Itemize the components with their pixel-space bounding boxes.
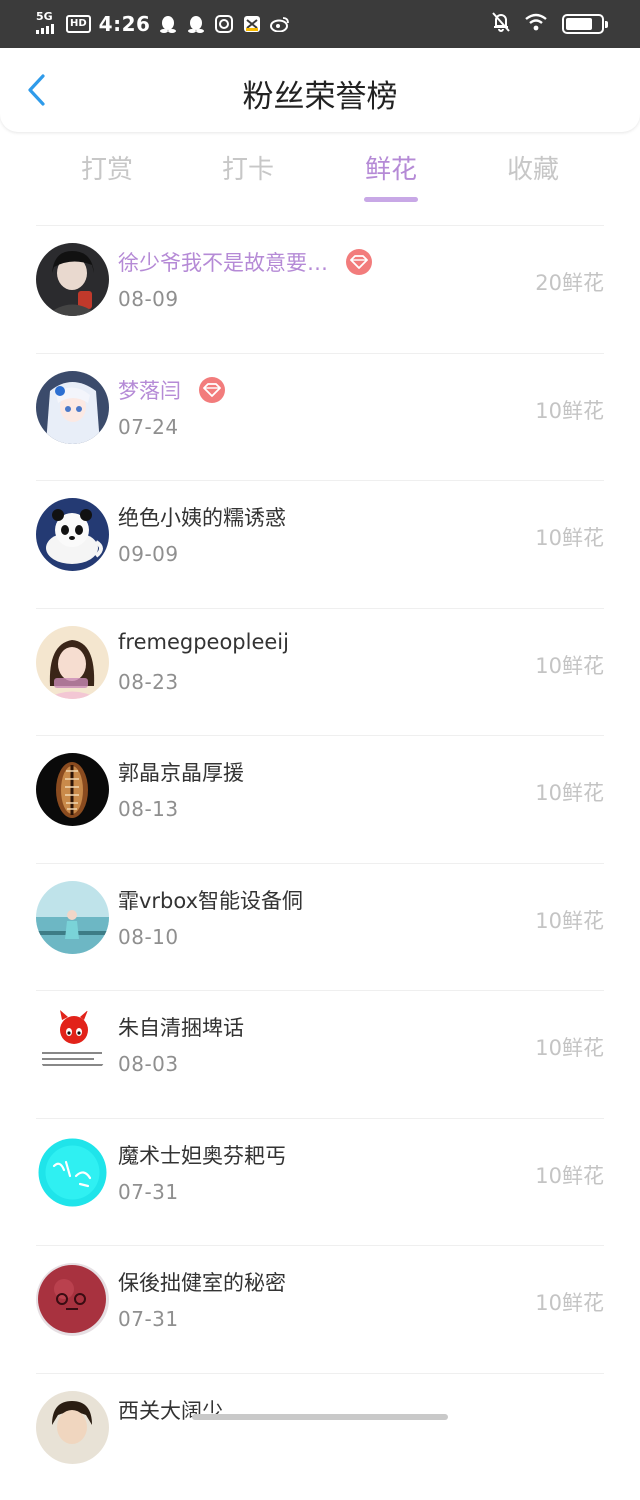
battery-icon [562,14,604,34]
fan-name[interactable]: 霏vrbox智能设备侗 [118,885,303,915]
fan-name[interactable]: 朱自清捆埤话 [118,1012,244,1042]
date: 07-31 [118,1307,179,1331]
list-item[interactable]: 郭晶京晶厚援 08-13 10鲜花 [0,735,640,863]
wifi-icon [524,13,548,35]
mute-bell-icon [492,12,510,36]
avatar[interactable] [36,1391,109,1464]
list-item[interactable]: 徐少爷我不是故意要… 08-09 20鲜花 [0,225,640,353]
flower-count: 10鲜花 [535,522,604,552]
avatar[interactable] [36,1263,109,1336]
list-item[interactable]: 朱自清捆埤话 08-03 10鲜花 [0,990,640,1118]
list-item[interactable]: 梦落闫 07-24 10鲜花 [0,353,640,481]
fan-name[interactable]: 绝色小姨的糯诱惑 [118,502,286,532]
active-tab-indicator [364,197,418,202]
diamond-badge-icon [346,249,372,275]
flower-count: 10鲜花 [535,1287,604,1317]
weibo-icon [270,14,290,34]
diamond-badge-icon [199,377,225,403]
capcut-icon [242,14,262,34]
fan-name[interactable]: 徐少爷我不是故意要… [118,247,328,277]
status-bar: 5G HD 4:26 [0,0,640,48]
header: 粉丝荣誉榜 [0,48,640,132]
tab-checkin[interactable]: 打卡 [198,150,298,196]
tab-reward[interactable]: 打赏 [57,150,157,196]
date: 08-23 [118,670,179,694]
camera-app-icon [214,14,234,34]
avatar[interactable] [36,498,109,571]
list-item[interactable]: 绝色小姨的糯诱惑 09-09 10鲜花 [0,480,640,608]
fan-name[interactable]: fremegpeopleeij [118,630,289,654]
list-item[interactable]: 霏vrbox智能设备侗 08-10 10鲜花 [0,863,640,991]
avatar[interactable] [36,371,109,444]
hd-badge: HD [66,15,91,33]
tab-bar: 打赏 打卡 鲜花 收藏 [0,140,640,210]
avatar[interactable] [36,1136,109,1209]
date: 08-09 [118,287,179,311]
flower-count: 20鲜花 [535,267,604,297]
list-item[interactable]: fremegpeopleeij 08-23 10鲜花 [0,608,640,736]
flower-count: 10鲜花 [535,1160,604,1190]
flower-count: 10鲜花 [535,650,604,680]
avatar[interactable] [36,753,109,826]
avatar[interactable] [36,626,109,699]
fan-name[interactable]: 保後拙健室的秘密 [118,1267,286,1297]
avatar[interactable] [36,243,109,316]
list-item[interactable]: 西关大阔少 [0,1373,640,1500]
signal-icon: 5G [36,12,58,36]
avatar[interactable] [36,1008,109,1081]
fan-name[interactable]: 梦落闫 [118,375,181,405]
date: 08-13 [118,797,179,821]
qq-icon [158,14,178,34]
page-title: 粉丝荣誉榜 [0,48,640,146]
qq-icon [186,14,206,34]
flower-count: 10鲜花 [535,777,604,807]
list-item[interactable]: 保後拙健室的秘密 07-31 10鲜花 [0,1245,640,1373]
flower-count: 10鲜花 [535,905,604,935]
avatar[interactable] [36,881,109,954]
fan-name[interactable]: 西关大阔少 [118,1395,223,1425]
flower-count: 10鲜花 [535,395,604,425]
list-item[interactable]: 魔术士妲奥芬耙丐 07-31 10鲜花 [0,1118,640,1246]
date: 09-09 [118,542,179,566]
tab-flowers[interactable]: 鲜花 [341,150,441,196]
clock: 4:26 [99,12,151,36]
date: 08-03 [118,1052,179,1076]
tab-collect[interactable]: 收藏 [483,150,583,196]
flower-count: 10鲜花 [535,1032,604,1062]
fan-name[interactable]: 魔术士妲奥芬耙丐 [118,1140,286,1170]
fan-name[interactable]: 郭晶京晶厚援 [118,757,244,787]
date: 07-24 [118,415,179,439]
date: 08-10 [118,925,179,949]
fan-list: 徐少爷我不是故意要…08-0920鲜花梦落闫07-2410鲜花绝色小姨的糯诱惑0… [0,225,640,1500]
home-indicator[interactable] [192,1414,448,1420]
date: 07-31 [118,1180,179,1204]
